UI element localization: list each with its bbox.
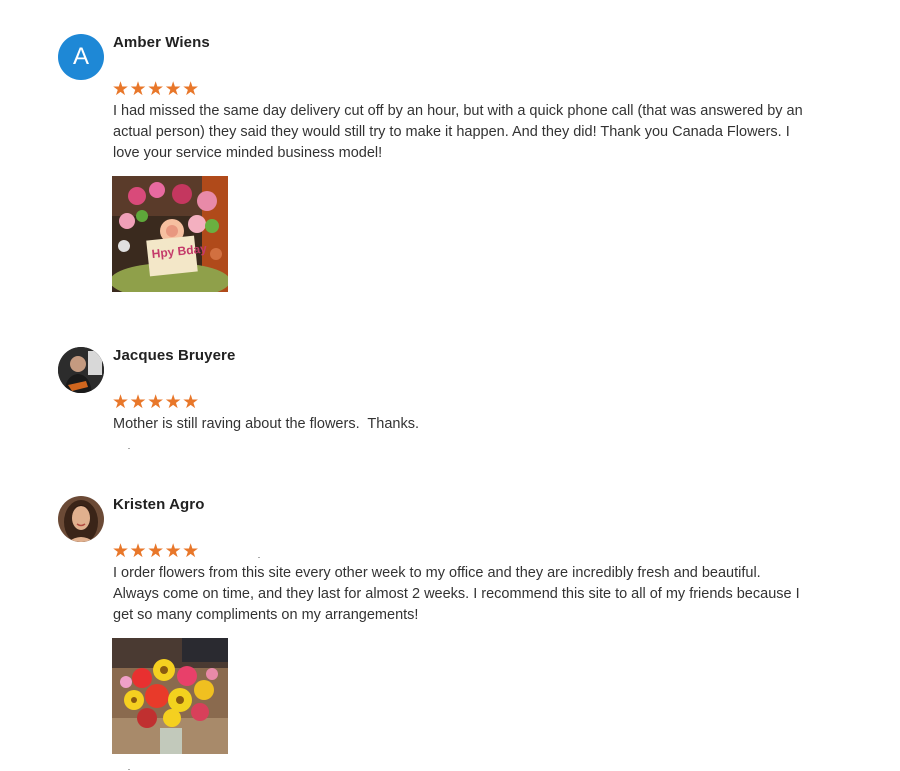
reviewer-name[interactable]: Amber Wiens (113, 34, 210, 51)
avatar-photo-image (58, 496, 104, 542)
reviewer-name[interactable]: Jacques Bruyere (113, 347, 235, 364)
star-rating: ★★★★★ (112, 392, 200, 413)
avatar[interactable] (58, 347, 104, 393)
avatar[interactable] (58, 496, 104, 542)
review-photo[interactable]: Hpy Bday (112, 176, 228, 292)
avatar-photo-image (58, 347, 104, 393)
avatar-letter: A (72, 43, 89, 70)
flower-photo-image (112, 638, 228, 754)
star-rating: ★★★★★ (112, 541, 200, 562)
avatar[interactable]: A (58, 34, 104, 80)
review-text: I had missed the same day delivery cut o… (113, 103, 803, 161)
divider-dot (128, 448, 130, 449)
reviewer-name[interactable]: Kristen Agro (113, 496, 205, 513)
star-rating: ★★★★★ (112, 79, 200, 100)
flower-photo-image: Hpy Bday (112, 176, 228, 292)
divider-dot (128, 769, 130, 770)
divider-dot (258, 557, 260, 558)
review-text: Mother is still raving about the flowers… (113, 416, 419, 432)
review-text: I order flowers from this site every oth… (113, 565, 800, 623)
review-photo[interactable] (112, 638, 228, 754)
